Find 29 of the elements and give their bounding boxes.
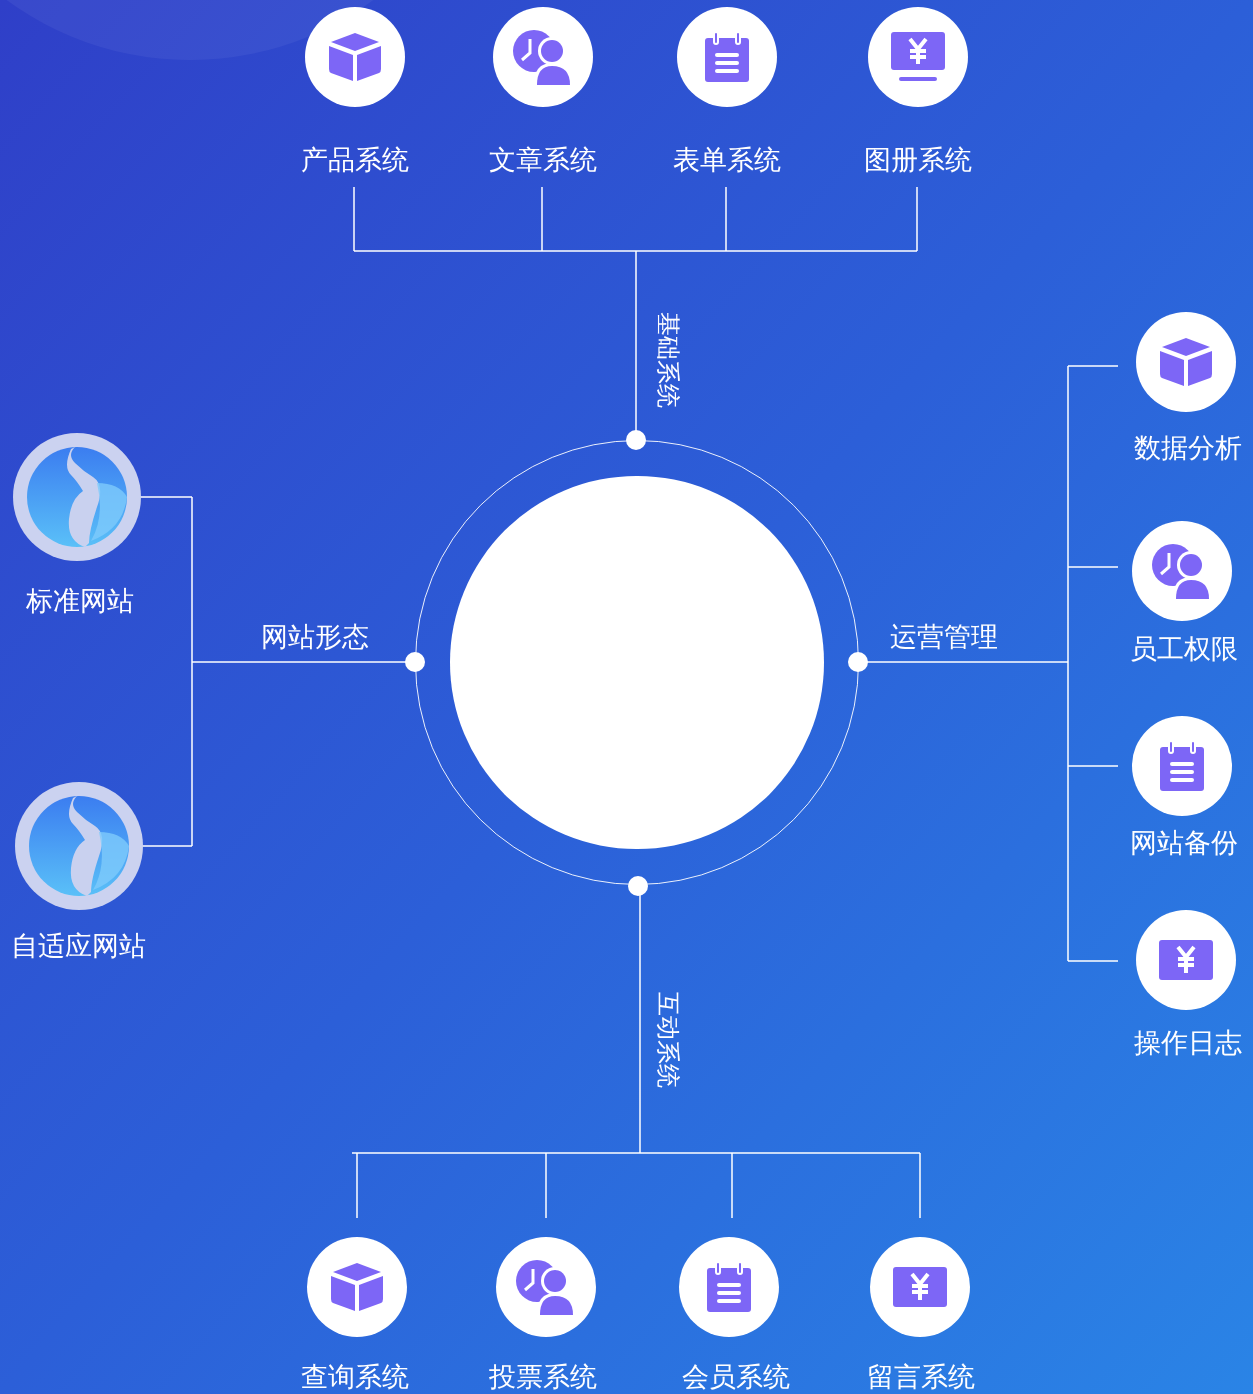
node-label: 操作日志 — [1134, 1027, 1242, 1060]
node-label: 文章系统 — [489, 144, 597, 177]
node-label: 查询系统 — [301, 1361, 409, 1394]
node-label: 标准网站 — [26, 585, 134, 618]
notepad-icon — [1159, 741, 1205, 791]
card-with-yen-icon — [893, 1267, 947, 1307]
card-with-yen-icon — [1159, 940, 1213, 980]
node-label: 表单系统 — [673, 144, 781, 177]
node-label: 员工权限 — [1130, 633, 1238, 666]
globe-logo-icon — [29, 796, 129, 896]
node-label: 投票系统 — [489, 1361, 597, 1394]
globe-logo-icon — [27, 447, 127, 547]
notepad-icon — [706, 1262, 752, 1312]
node-label: 网站备份 — [1130, 827, 1238, 860]
branch-label: 运营管理 — [890, 621, 998, 654]
node-label: 留言系统 — [867, 1361, 975, 1394]
cube-icon — [327, 31, 383, 83]
node-label: 数据分析 — [1134, 432, 1242, 465]
node-label: 自适应网站 — [10, 930, 146, 963]
branch-label: 互动系统 — [654, 992, 682, 1088]
cube-icon — [329, 1261, 385, 1313]
monitor-with-yen-icon — [891, 32, 945, 82]
cube-icon — [1158, 336, 1214, 388]
branch-label: 基础系统 — [654, 312, 682, 408]
node-label: 产品系统 — [301, 144, 409, 177]
node-label: 会员系统 — [682, 1361, 790, 1394]
branch-label: 网站形态 — [261, 621, 369, 654]
node-label: 图册系统 — [864, 144, 972, 177]
notepad-icon — [704, 32, 750, 82]
